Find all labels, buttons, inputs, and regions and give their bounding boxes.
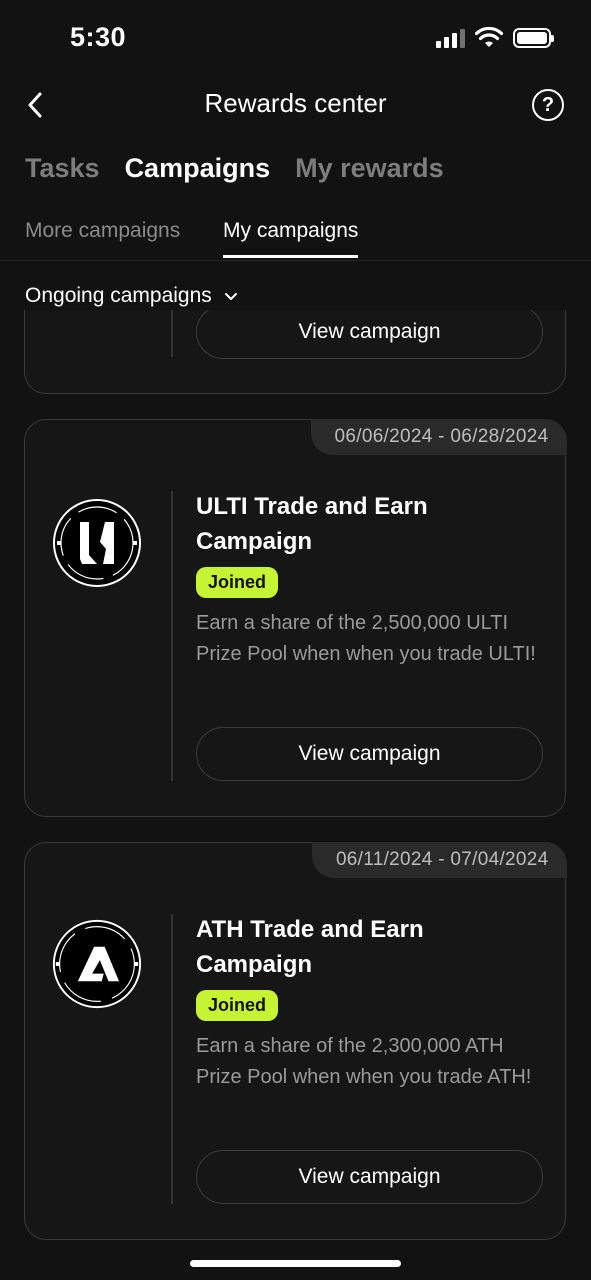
view-campaign-button[interactable]: View campaign <box>196 310 543 359</box>
cellular-signal-icon <box>436 28 465 48</box>
joined-badge: Joined <box>196 567 279 598</box>
filter-label: Ongoing campaigns <box>25 284 212 307</box>
status-icons <box>436 27 554 49</box>
status-time: 5:30 <box>70 22 127 52</box>
home-indicator <box>190 1260 401 1267</box>
campaign-filter-dropdown[interactable]: Ongoing campaigns <box>25 284 238 308</box>
campaign-description: Earn a share of the 2,500,000 ULTI Prize… <box>196 612 536 665</box>
battery-icon <box>513 28 554 48</box>
help-icon: ? <box>541 93 555 116</box>
campaign-list[interactable]: View campaign 06/06/2024 - 06/28/2024 UL… <box>0 310 591 1260</box>
wifi-icon <box>475 27 503 47</box>
campaign-title: ULTI Trade and Earn Campaign <box>196 493 428 555</box>
campaign-card: View campaign <box>24 310 566 394</box>
tab-my-rewards[interactable]: My rewards <box>295 153 444 184</box>
main-tabs: Tasks Campaigns My rewards <box>25 153 444 184</box>
joined-badge: Joined <box>196 990 279 1021</box>
tab-tasks[interactable]: Tasks <box>25 153 100 184</box>
campaign-title: ATH Trade and Earn Campaign <box>196 916 424 978</box>
tab-campaigns[interactable]: Campaigns <box>125 153 271 184</box>
campaign-description: Earn a share of the 2,300,000 ATH Prize … <box>196 1035 532 1088</box>
status-bar: 5:30 <box>0 0 591 80</box>
campaign-card: 06/06/2024 - 06/28/2024 ULTI Trade and E… <box>24 418 567 817</box>
view-campaign-button[interactable]: View campaign <box>196 1150 543 1204</box>
subtab-my-campaigns[interactable]: My campaigns <box>223 219 359 258</box>
chevron-down-icon <box>224 292 237 300</box>
subtab-more-campaigns[interactable]: More campaigns <box>25 219 180 255</box>
help-button[interactable]: ? <box>532 89 564 121</box>
campaign-card: 06/11/2024 - 07/04/2024 ATH Trade and Ea… <box>24 841 567 1240</box>
ath-logo-icon <box>51 918 143 1010</box>
campaign-date-range: 06/11/2024 - 07/04/2024 <box>311 841 567 878</box>
page-title: Rewards center <box>204 88 387 118</box>
ulti-logo-icon <box>51 497 143 589</box>
sub-tabs: More campaigns My campaigns <box>0 215 591 261</box>
view-campaign-button[interactable]: View campaign <box>196 727 543 781</box>
nav-header: Rewards center ? <box>0 80 591 130</box>
campaign-date-range: 06/06/2024 - 06/28/2024 <box>310 418 567 455</box>
